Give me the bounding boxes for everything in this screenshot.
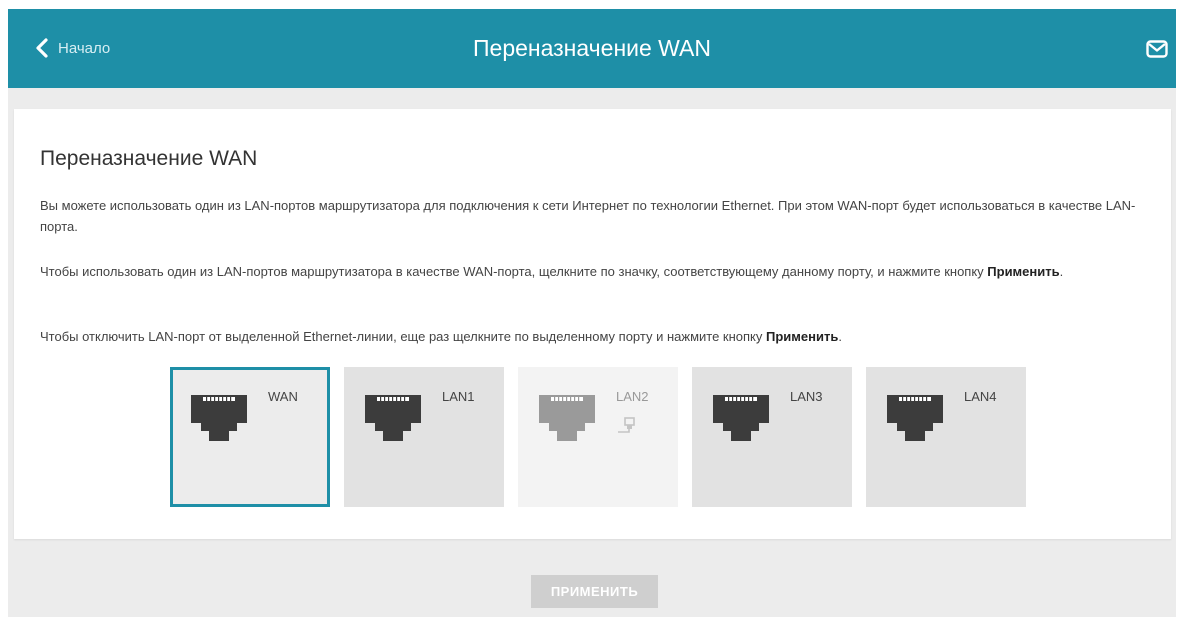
ethernet-port-icon [713, 395, 769, 441]
paragraph-3-text: Чтобы отключить LAN-порт от выделенной E… [40, 329, 766, 344]
description-paragraph-3: Чтобы отключить LAN-порт от выделенной E… [40, 326, 1140, 347]
description-paragraph-2: Чтобы использовать один из LAN-портов ма… [40, 261, 1140, 282]
port-tile-lan1[interactable]: LAN1 [344, 367, 504, 507]
ethernet-port-icon [191, 395, 247, 441]
ethernet-port-icon [539, 395, 595, 441]
port-label: LAN2 [616, 389, 649, 404]
paragraph-3-apply-word: Применить [766, 329, 839, 344]
description-paragraph-1: Вы можете использовать один из LAN-порто… [40, 198, 1136, 234]
port-label: LAN4 [964, 389, 997, 404]
paragraph-2-end: . [1059, 264, 1064, 279]
paragraph-3-end: . [838, 329, 842, 344]
paragraph-2-text: Чтобы использовать один из LAN-портов ма… [40, 264, 988, 279]
cable-connected-icon [618, 417, 635, 433]
port-tile-lan4[interactable]: LAN4 [866, 367, 1026, 507]
page-frame: Начало Переназначение WAN Переназначение… [8, 9, 1176, 617]
port-label: LAN3 [790, 389, 823, 404]
port-label: LAN1 [442, 389, 475, 404]
envelope-icon[interactable] [1146, 40, 1168, 58]
ethernet-port-icon [887, 395, 943, 441]
card-heading: Переназначение WAN [40, 147, 258, 170]
top-bar: Начало Переназначение WAN [8, 9, 1176, 88]
wan-reassign-card: Переназначение WAN Вы можете использоват… [14, 109, 1171, 539]
port-label: WAN [268, 389, 298, 404]
apply-button[interactable]: ПРИМЕНИТЬ [531, 575, 658, 608]
paragraph-2-apply-word: Применить [987, 264, 1060, 279]
port-tile-lan3[interactable]: LAN3 [692, 367, 852, 507]
port-tile-lan2[interactable]: LAN2 [518, 367, 678, 507]
page-title: Переназначение WAN [473, 35, 711, 61]
port-selector: WAN LAN1 LAN2 LAN3 LAN4 [170, 367, 1026, 507]
port-tile-wan[interactable]: WAN [170, 367, 330, 507]
ethernet-port-icon [365, 395, 421, 441]
